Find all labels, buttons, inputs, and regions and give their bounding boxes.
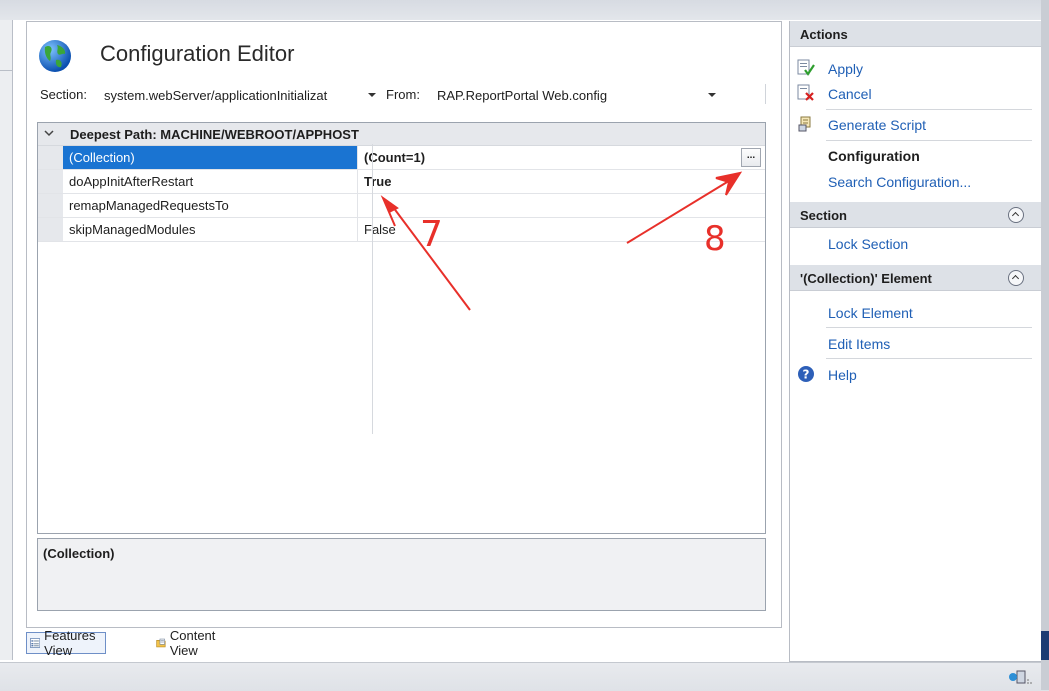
divider xyxy=(826,327,1032,328)
features-view-icon xyxy=(30,638,41,648)
connections-pane-edge xyxy=(0,20,13,660)
configuration-editor-panel: Configuration Editor Section: system.web… xyxy=(26,21,782,628)
edit-items-link[interactable]: Edit Items xyxy=(828,336,890,352)
lock-element-link[interactable]: Lock Element xyxy=(828,305,913,321)
table-row[interactable]: (Collection) (Count=1) ... xyxy=(38,146,765,170)
description-title: (Collection) xyxy=(43,546,115,561)
actions-pane: Actions Apply Cancel Generate Script Con… xyxy=(789,21,1043,662)
features-view-tab[interactable]: Features View xyxy=(26,628,107,658)
property-name-text: (Collection) xyxy=(69,150,135,165)
content-view-label: Content View xyxy=(169,628,216,658)
network-status-icon xyxy=(1009,670,1032,684)
content-view-tab[interactable]: Content View xyxy=(152,628,227,658)
row-gutter xyxy=(38,146,63,169)
column-divider xyxy=(372,144,373,434)
table-row[interactable]: skipManagedModules False xyxy=(38,218,765,242)
search-configuration-link[interactable]: Search Configuration... xyxy=(828,174,971,190)
property-name[interactable]: skipManagedModules xyxy=(63,218,358,241)
page-title: Configuration Editor xyxy=(100,41,295,66)
property-value-text: False xyxy=(364,222,396,237)
property-grid: Deepest Path: MACHINE/WEBROOT/APPHOST (C… xyxy=(37,122,766,534)
section-label: Section: xyxy=(40,87,87,102)
from-dropdown[interactable]: RAP.ReportPortal Web.config xyxy=(430,83,724,107)
property-value[interactable]: (Count=1) ... xyxy=(358,146,765,169)
property-name-text: remapManagedRequestsTo xyxy=(69,198,229,213)
window-edge xyxy=(1041,0,1049,690)
apply-icon xyxy=(797,59,815,76)
help-icon: ? xyxy=(798,366,814,382)
row-gutter xyxy=(38,194,63,217)
section-header-text: Section xyxy=(800,208,847,223)
section-dropdown-button[interactable] xyxy=(360,83,384,107)
content-view-icon xyxy=(156,638,166,648)
divider xyxy=(826,140,1032,141)
actions-header-text: Actions xyxy=(800,27,848,42)
property-name[interactable]: (Collection) xyxy=(63,146,358,169)
features-view-label: Features View xyxy=(44,628,96,658)
lock-section-link[interactable]: Lock Section xyxy=(828,236,908,252)
actions-header: Actions xyxy=(790,21,1042,47)
property-value[interactable] xyxy=(358,194,765,217)
section-value: system.webServer/applicationInitializat xyxy=(104,88,328,103)
chevron-down-icon xyxy=(368,93,376,97)
cancel-icon xyxy=(797,84,814,101)
generate-script-link[interactable]: Generate Script xyxy=(828,117,926,133)
property-value[interactable]: True xyxy=(358,170,765,193)
property-name[interactable]: remapManagedRequestsTo xyxy=(63,194,358,217)
from-value: RAP.ReportPortal Web.config xyxy=(437,88,608,103)
section-dropdown[interactable]: system.webServer/applicationInitializat xyxy=(97,83,381,107)
element-header-text: '(Collection)' Element xyxy=(800,271,932,286)
help-link[interactable]: Help xyxy=(828,367,857,383)
status-bar xyxy=(0,662,1049,691)
chevron-down-icon xyxy=(708,93,716,97)
svg-text:?: ? xyxy=(803,368,810,382)
cancel-link[interactable]: Cancel xyxy=(828,86,872,102)
top-strip xyxy=(0,0,1049,20)
globe-icon xyxy=(39,40,71,72)
collapse-icon[interactable] xyxy=(1008,270,1024,286)
table-row[interactable]: remapManagedRequestsTo xyxy=(38,194,765,218)
divider xyxy=(826,109,1032,110)
property-name-text: doAppInitAfterRestart xyxy=(69,174,194,189)
property-name-text: skipManagedModules xyxy=(69,222,196,237)
property-value-text: True xyxy=(364,174,392,189)
chevron-down-icon[interactable] xyxy=(44,128,54,138)
edit-collection-button[interactable]: ... xyxy=(741,148,761,167)
grid-group-header[interactable]: Deepest Path: MACHINE/WEBROOT/APPHOST xyxy=(38,123,765,146)
section-header[interactable]: Section xyxy=(790,202,1042,228)
table-row[interactable]: doAppInitAfterRestart True xyxy=(38,170,765,194)
row-gutter xyxy=(38,218,63,241)
divider xyxy=(826,358,1032,359)
property-value-text: (Count=1) xyxy=(364,150,426,165)
property-name[interactable]: doAppInitAfterRestart xyxy=(63,170,358,193)
generate-script-icon xyxy=(798,116,811,132)
row-gutter xyxy=(38,170,63,193)
collapse-icon[interactable] xyxy=(1008,207,1024,223)
apply-link[interactable]: Apply xyxy=(828,61,863,77)
divider xyxy=(765,84,766,104)
from-label: From: xyxy=(386,87,420,102)
property-value[interactable]: False xyxy=(358,218,765,241)
taskbar-edge xyxy=(1041,631,1049,660)
configuration-label: Configuration xyxy=(828,148,920,164)
grid-header-text: Deepest Path: MACHINE/WEBROOT/APPHOST xyxy=(70,127,359,142)
element-header[interactable]: '(Collection)' Element xyxy=(790,265,1042,291)
toolbar: Section: system.webServer/applicationIni… xyxy=(27,80,781,108)
description-box: (Collection) xyxy=(37,538,766,611)
divider xyxy=(0,70,12,71)
